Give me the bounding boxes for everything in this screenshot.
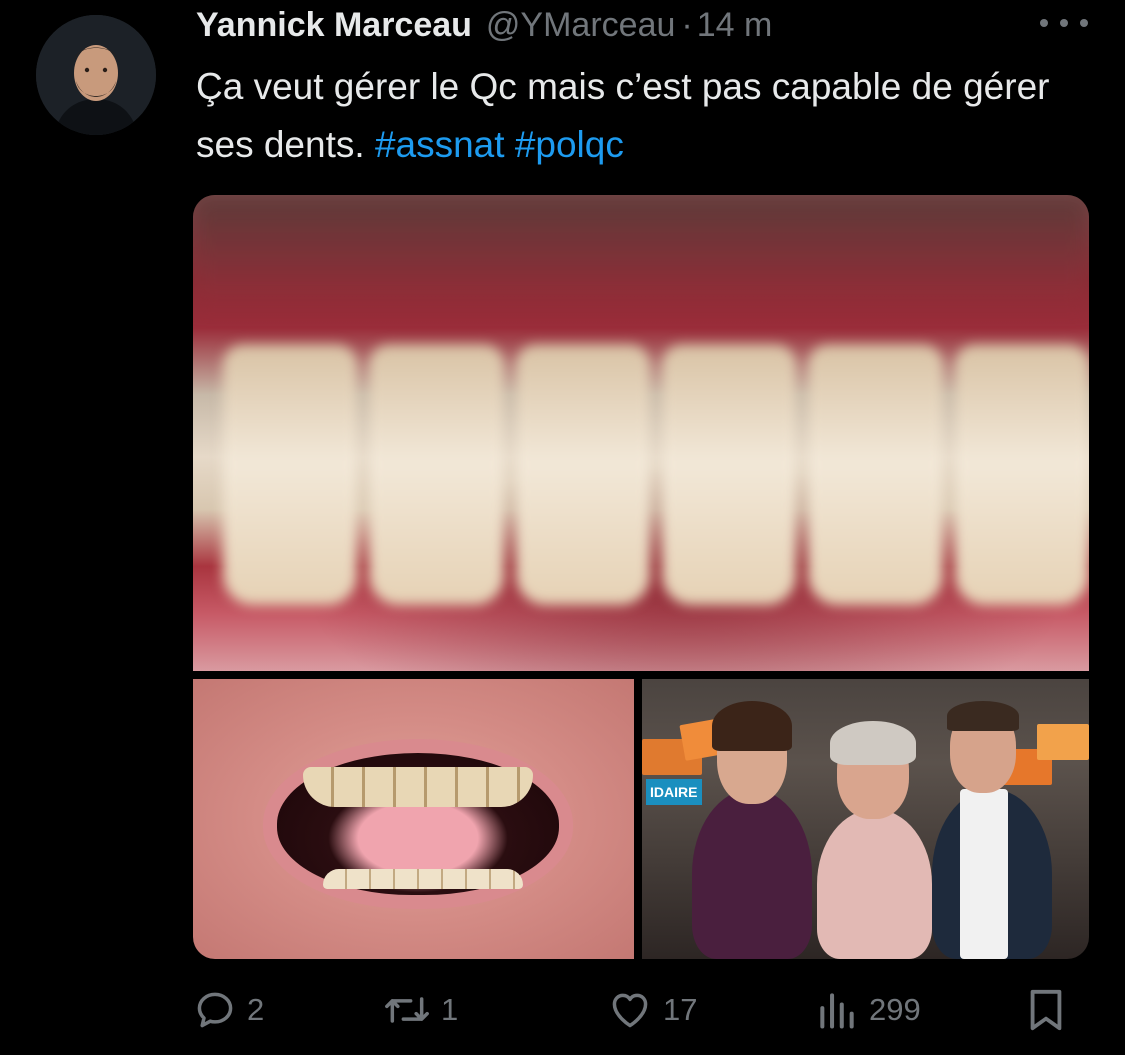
views-icon — [820, 993, 854, 1029]
hashtag-assnat[interactable]: #assnat — [375, 124, 505, 165]
retweet-icon — [385, 997, 429, 1023]
retweet-count: 1 — [441, 992, 459, 1027]
bookmark-button[interactable] — [1026, 985, 1066, 1035]
timestamp[interactable]: 14 m — [697, 6, 773, 45]
separator-dot: · — [681, 5, 693, 44]
hashtag-polqc[interactable]: #polqc — [515, 124, 624, 165]
group-photo-image[interactable]: IDAIRE — [642, 679, 1089, 959]
author-handle[interactable]: @YMarceau — [486, 6, 675, 45]
author-name[interactable]: Yannick Marceau — [196, 6, 472, 45]
more-options-button[interactable] — [1040, 8, 1088, 38]
tweet-header: Yannick Marceau @YMarceau · 14 m — [196, 2, 772, 48]
action-bar: 2 1 17 299 — [193, 985, 1089, 1035]
more-dot-icon — [1060, 19, 1068, 27]
like-count: 17 — [663, 992, 698, 1027]
open-mouth-closeup-image[interactable] — [193, 679, 634, 959]
media-grid: IDAIRE — [193, 195, 1089, 959]
more-dot-icon — [1080, 19, 1088, 27]
reply-count: 2 — [247, 992, 265, 1027]
bookmark-icon — [1030, 989, 1062, 1031]
views-button[interactable]: 299 — [815, 985, 921, 1035]
retweet-button[interactable]: 1 — [383, 985, 458, 1035]
tweet-text: Ça veut gérer le Qc mais c’est pas capab… — [196, 58, 1096, 174]
lower-teeth-shape — [323, 869, 523, 889]
avatar[interactable] — [36, 15, 156, 135]
party-sign-text: IDAIRE — [646, 779, 702, 805]
reply-icon — [197, 992, 233, 1028]
heart-icon — [612, 993, 648, 1028]
views-count: 299 — [869, 992, 921, 1027]
gum-shape — [193, 195, 1089, 305]
teeth-closeup-image[interactable] — [193, 195, 1089, 671]
tweet: Yannick Marceau @YMarceau · 14 m Ça veut… — [0, 0, 1125, 1055]
avatar-portrait-icon — [36, 15, 156, 135]
upper-teeth-shape — [303, 767, 533, 807]
teeth-shape — [223, 345, 1089, 605]
like-button[interactable]: 17 — [607, 985, 697, 1035]
more-dot-icon — [1040, 19, 1048, 27]
reply-button[interactable]: 2 — [193, 985, 264, 1035]
